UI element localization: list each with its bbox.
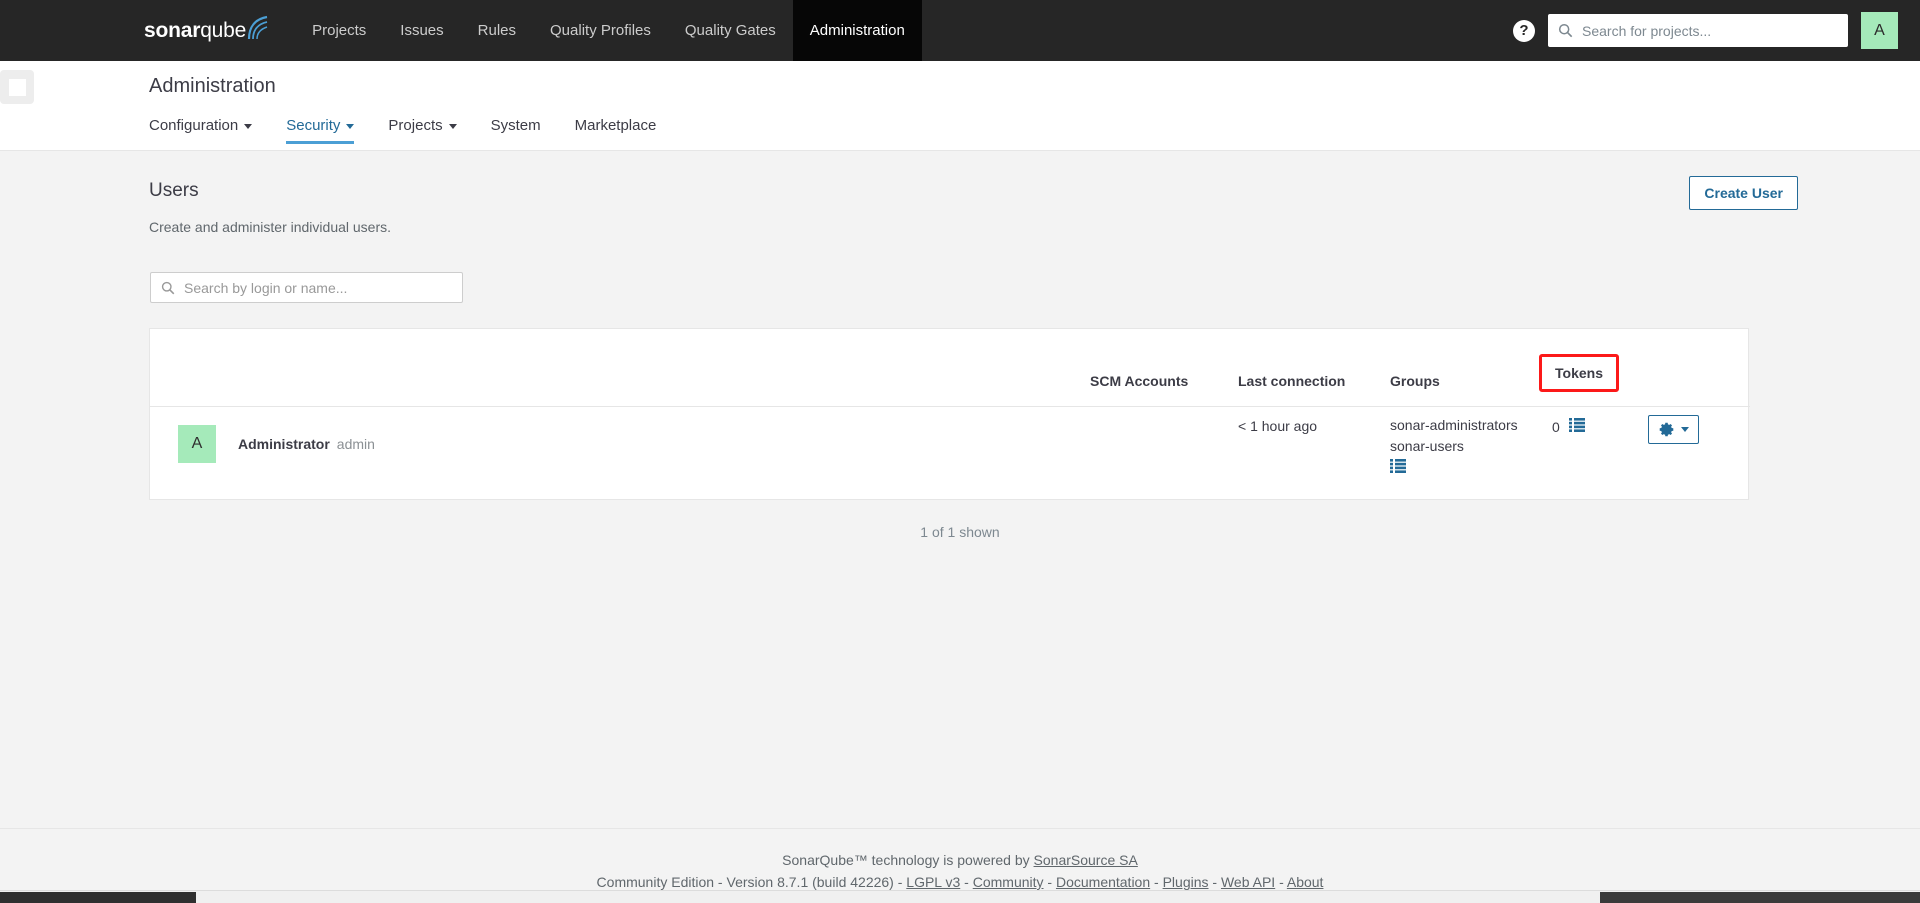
footer-powered-prefix: SonarQube™ technology is powered by — [782, 852, 1034, 868]
gear-icon — [1659, 422, 1674, 437]
footer-sep-6: - — [1208, 874, 1221, 890]
page-footer: SonarQube™ technology is powered by Sona… — [0, 828, 1920, 893]
page-title: Administration — [149, 75, 276, 97]
user-avatar[interactable]: A — [1861, 12, 1898, 49]
footer-sep-5: - — [1150, 874, 1163, 890]
chevron-down-icon — [1681, 427, 1689, 432]
user-name: Administrator — [238, 436, 330, 452]
global-search-placeholder: Search for projects... — [1582, 22, 1712, 39]
footer-link-plugins[interactable]: Plugins — [1163, 874, 1209, 890]
footer-link-sonarsource[interactable]: SonarSource SA — [1034, 852, 1138, 868]
user-login: admin — [336, 436, 375, 452]
help-circle-icon[interactable]: ? — [1513, 19, 1535, 42]
cell-last-connection: < 1 hour ago — [1238, 418, 1318, 434]
col-header-user — [150, 329, 1090, 407]
chevron-down-icon — [448, 124, 457, 129]
table-row: A Administrator admin < 1 hour ago sonar-… — [150, 407, 1750, 499]
chevron-down-icon — [244, 124, 253, 129]
users-table-panel: SCM Accounts Last connection Groups Toke… — [149, 328, 1750, 500]
global-search-input[interactable]: Search for projects... — [1548, 14, 1848, 47]
footer-sep-4: - — [1043, 874, 1056, 890]
col-header-actions — [1648, 329, 1750, 407]
footer-link-lgpl[interactable]: LGPL v3 — [906, 874, 960, 890]
footer-link-about[interactable]: About — [1287, 874, 1324, 890]
tab-system-label: System — [490, 117, 541, 134]
tab-configuration-label: Configuration — [149, 117, 239, 134]
groups-list-icon[interactable] — [1390, 458, 1406, 479]
cell-tokens: 0 — [1552, 407, 1648, 455]
row-actions-button[interactable] — [1648, 415, 1699, 444]
tokens-list-icon[interactable] — [1568, 418, 1585, 435]
tokens-count: 0 — [1552, 418, 1560, 435]
users-description: Create and administer individual users. — [149, 219, 392, 235]
global-nav-items: Projects Issues Rules Quality Profiles Q… — [295, 0, 922, 61]
tab-security-label: Security — [286, 117, 341, 134]
scrollbar-track-end[interactable] — [1600, 892, 1920, 903]
tab-configuration[interactable]: Configuration — [149, 117, 270, 144]
user-names: Administrator admin — [238, 436, 375, 452]
scrollbar-thumb[interactable] — [0, 892, 196, 903]
footer-link-community[interactable]: Community — [973, 874, 1044, 890]
sonarqube-logo[interactable]: sonarqube — [144, 0, 269, 61]
nav-item-quality-gates[interactable]: Quality Gates — [668, 0, 793, 61]
search-icon — [161, 281, 175, 294]
footer-sep-3: - — [960, 874, 973, 890]
sonarqube-arc-icon — [248, 15, 268, 39]
cell-actions — [1648, 407, 1750, 499]
nav-item-issues[interactable]: Issues — [383, 0, 460, 61]
user-search-input[interactable]: Search by login or name... — [150, 272, 463, 303]
footer-edition: Community Edition — [596, 874, 715, 890]
placeholder-square-icon — [8, 78, 26, 96]
tab-system[interactable]: System — [491, 117, 559, 144]
nav-item-projects[interactable]: Projects — [295, 0, 383, 61]
placeholder-widget — [0, 70, 34, 104]
col-header-groups: Groups — [1390, 329, 1552, 407]
tab-projects[interactable]: Projects — [388, 117, 474, 144]
col-header-last-connection: Last connection — [1238, 329, 1390, 407]
footer-sep-7: - — [1275, 874, 1287, 890]
global-nav-right: ? Search for projects... A — [1513, 0, 1920, 61]
global-navbar: sonarqube Projects Issues Rules Quality … — [0, 0, 1920, 61]
nav-item-administration[interactable]: Administration — [792, 0, 922, 61]
app-root: sonarqube Projects Issues Rules Quality … — [0, 0, 1920, 903]
user-identity: A Administrator admin — [150, 425, 1090, 463]
footer-line-1: SonarQube™ technology is powered by Sona… — [0, 849, 1920, 871]
tab-marketplace-label: Marketplace — [574, 117, 657, 134]
users-heading: Users — [149, 180, 199, 201]
footer-link-documentation[interactable]: Documentation — [1056, 874, 1150, 890]
logo-text-bold: sonar — [144, 18, 201, 42]
user-search-placeholder: Search by login or name... — [184, 279, 348, 296]
logo-text-light: qube — [200, 18, 247, 42]
logo-text: sonarqube — [144, 19, 246, 43]
create-user-button[interactable]: Create User — [1689, 176, 1798, 210]
table-header-row: SCM Accounts Last connection Groups Toke… — [150, 329, 1750, 407]
footer-version: Version 8.7.1 (build 42226) — [726, 874, 894, 890]
tab-security[interactable]: Security — [286, 117, 372, 144]
results-count: 1 of 1 shown — [920, 524, 1000, 540]
chevron-down-icon — [346, 124, 355, 129]
nav-item-quality-profiles[interactable]: Quality Profiles — [533, 0, 668, 61]
admin-tabs: Configuration Security Projects System M… — [149, 117, 690, 144]
col-header-scm-accounts: SCM Accounts — [1090, 329, 1238, 407]
group-name: sonar-users — [1390, 438, 1464, 454]
tokens-header-highlight: Tokens — [1539, 354, 1619, 392]
footer-sep-2: - — [893, 874, 907, 890]
avatar: A — [178, 425, 216, 463]
tab-projects-label: Projects — [388, 117, 443, 134]
cell-scm-accounts — [1090, 407, 1238, 499]
group-name: sonar-administrators — [1390, 417, 1518, 433]
col-header-tokens: Tokens — [1539, 329, 1648, 407]
footer-link-web-api[interactable]: Web API — [1221, 874, 1275, 890]
users-table-head: SCM Accounts Last connection Groups Toke… — [150, 329, 1750, 407]
users-table-body: A Administrator admin < 1 hour ago sonar-… — [150, 407, 1750, 499]
cell-user: A Administrator admin — [150, 407, 1090, 499]
users-table: SCM Accounts Last connection Groups Toke… — [150, 329, 1750, 499]
footer-sep-1: - — [714, 874, 727, 890]
search-icon — [1558, 23, 1573, 38]
horizontal-scrollbar[interactable] — [0, 890, 1920, 903]
tab-marketplace[interactable]: Marketplace — [575, 117, 675, 144]
cell-groups: sonar-administrators sonar-users — [1390, 407, 1552, 499]
nav-item-rules[interactable]: Rules — [461, 0, 533, 61]
